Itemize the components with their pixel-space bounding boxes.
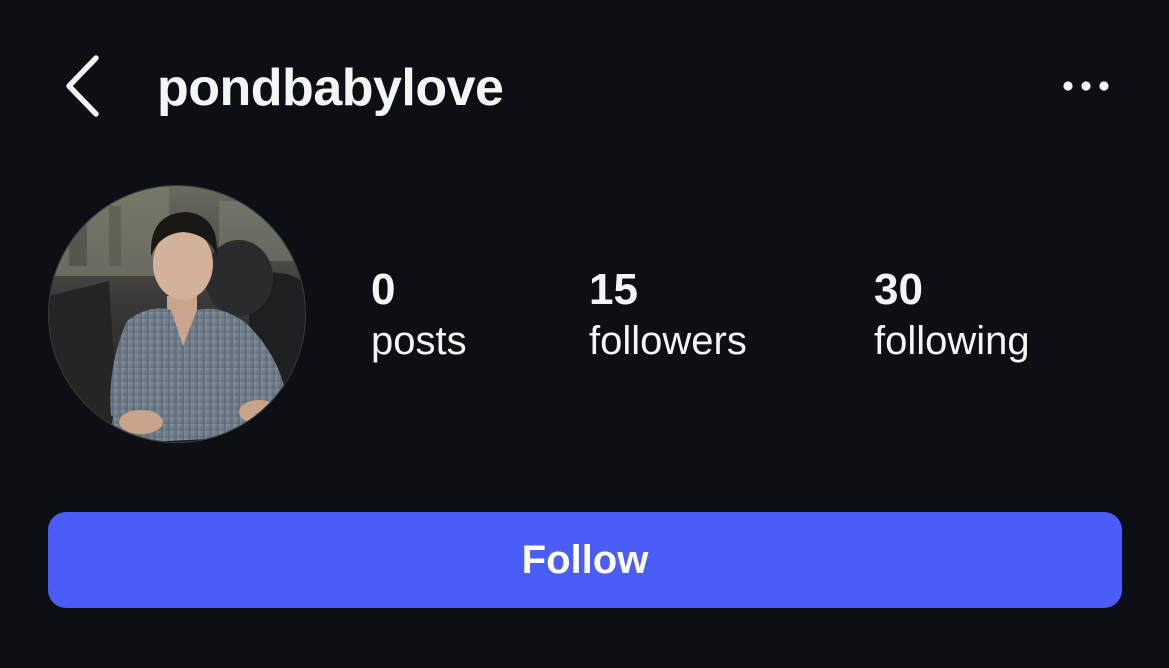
profile-username: pondbabylove (157, 59, 504, 117)
followers-label: followers (589, 319, 747, 363)
profile-header: pondbabylove (0, 0, 1169, 176)
following-count: 30 (874, 265, 923, 314)
profile-photo (49, 186, 305, 442)
avatar[interactable] (48, 185, 306, 443)
stat-followers[interactable]: 15 followers (589, 264, 747, 366)
follow-button[interactable]: Follow (48, 512, 1122, 608)
stat-following[interactable]: 30 following (874, 264, 1030, 366)
stat-posts[interactable]: 0 posts (371, 264, 467, 366)
more-horizontal-icon (1063, 81, 1109, 91)
posts-label: posts (371, 319, 467, 363)
more-options-button[interactable] (1050, 62, 1122, 110)
chevron-left-icon (66, 55, 99, 117)
followers-count: 15 (589, 265, 638, 314)
back-button[interactable] (58, 52, 110, 120)
posts-count: 0 (371, 265, 396, 314)
following-label: following (874, 319, 1030, 363)
